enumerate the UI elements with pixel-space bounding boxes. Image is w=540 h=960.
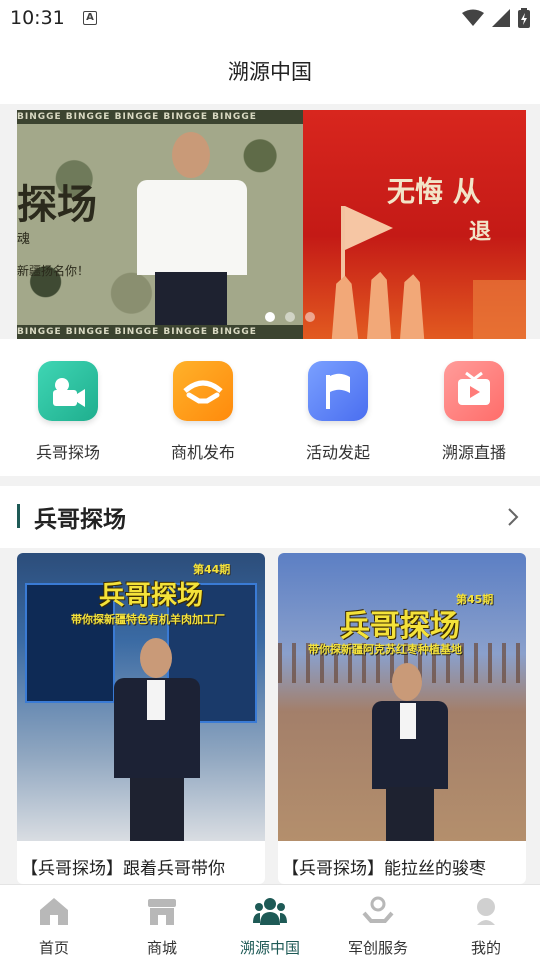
quick-action-label: 兵哥探场	[35, 443, 100, 462]
service-hand-icon	[362, 896, 394, 923]
quick-action-activity[interactable]: 活动发起	[278, 361, 398, 463]
video-thumbnail[interactable]: 第44期 兵哥探场 带你探新疆特色有机羊肉加工厂	[17, 553, 265, 841]
flag-icon	[308, 361, 368, 421]
tab-profile[interactable]: 我的	[432, 895, 540, 958]
banner-slide-line-2: 新疆扬名你！	[17, 264, 90, 278]
profile-icon	[477, 898, 495, 925]
status-time: 10:31	[10, 7, 65, 29]
quick-action-live[interactable]: 溯源直播	[414, 361, 534, 463]
video-card[interactable]: 第45期 兵哥探场 带你探新疆阿克苏红枣种植基地 【兵哥探场】能拉丝的骏枣	[278, 553, 526, 884]
quick-action-explore[interactable]: 兵哥探场	[8, 361, 128, 463]
banner-slide-line-1: 魂	[17, 232, 31, 247]
carousel-dot-2[interactable]	[285, 312, 295, 322]
quick-actions: 兵哥探场 商机发布 活动发起 溯源直播	[0, 339, 540, 476]
handshake-icon	[173, 361, 233, 421]
video-art-title: 兵哥探场	[99, 581, 204, 611]
video-card[interactable]: 第44期 兵哥探场 带你探新疆特色有机羊肉加工厂 【兵哥探场】跟着兵哥带你	[17, 553, 265, 884]
tab-label: 军创服务	[347, 939, 408, 957]
bottom-tab-bar: 首页 商城 溯源中国 军创服务 我的	[0, 884, 540, 960]
quick-action-label: 商机发布	[170, 443, 235, 462]
section-accent-bar	[17, 504, 20, 528]
banner-carousel[interactable]: BINGGE BINGGE BINGGE BINGGE BINGGE 探场 魂 …	[17, 110, 526, 339]
carousel-dot-3[interactable]	[305, 312, 315, 322]
banner-person-image	[127, 132, 257, 327]
status-icons	[462, 8, 530, 28]
banner-strip-top: BINGGE BINGGE BINGGE BINGGE BINGGE	[17, 110, 303, 124]
carousel-dot-1[interactable]	[265, 312, 275, 322]
video-art-title: 兵哥探场	[340, 609, 460, 644]
tab-store[interactable]: 商城	[108, 895, 216, 958]
video-camera-icon	[38, 361, 98, 421]
building-image	[473, 280, 526, 339]
banner-slide-2-title: 无悔 从	[387, 175, 481, 208]
home-icon	[40, 898, 68, 925]
page-title: 溯源中国	[228, 60, 312, 84]
banner-slide-2[interactable]: 无悔 从 退	[303, 110, 526, 339]
section-title: 兵哥探场	[34, 507, 126, 533]
quick-action-label: 活动发起	[305, 443, 370, 462]
tab-label: 溯源中国	[239, 939, 300, 957]
tab-label: 我的	[470, 939, 501, 957]
tab-label: 商城	[146, 939, 177, 957]
video-caption: 【兵哥探场】跟着兵哥带你	[21, 859, 225, 879]
video-issue-label: 第45期	[456, 593, 494, 606]
banner-slide-2-subtitle: 退	[469, 219, 492, 245]
video-subtitle: 带你探新疆特色有机羊肉加工厂	[71, 613, 225, 626]
video-person-image	[370, 663, 450, 841]
video-subtitle: 带你探新疆阿克苏红枣种植基地	[308, 643, 462, 656]
battery-icon	[518, 8, 530, 28]
tab-label: 首页	[38, 939, 69, 957]
banner-slide-1[interactable]: BINGGE BINGGE BINGGE BINGGE BINGGE 探场 魂 …	[17, 110, 303, 339]
people-icon	[253, 898, 287, 925]
quick-action-label: 溯源直播	[441, 443, 506, 462]
video-caption: 【兵哥探场】能拉丝的骏枣	[282, 859, 486, 879]
flag-image	[345, 206, 393, 250]
carousel-dots	[265, 312, 315, 322]
tab-trace-china[interactable]: 溯源中国	[216, 895, 324, 958]
tab-military-service[interactable]: 军创服务	[324, 895, 432, 958]
video-thumbnail[interactable]: 第45期 兵哥探场 带你探新疆阿克苏红枣种植基地	[278, 553, 526, 841]
store-icon	[148, 899, 176, 925]
tv-icon	[444, 361, 504, 421]
tab-home[interactable]: 首页	[0, 895, 108, 958]
app-header: 溯源中国	[0, 38, 540, 104]
soldiers-silhouette-image	[331, 271, 425, 339]
status-bar: 10:31 A	[0, 0, 540, 38]
section-header[interactable]: 兵哥探场	[0, 486, 540, 548]
banner-slide-title: 探场	[17, 181, 97, 228]
chevron-right-icon[interactable]	[506, 506, 520, 528]
video-card-list: 第44期 兵哥探场 带你探新疆特色有机羊肉加工厂 【兵哥探场】跟着兵哥带你 第4…	[0, 548, 540, 884]
video-person-image	[112, 638, 202, 841]
banner-strip-bottom: BINGGE BINGGE BINGGE BINGGE BINGGE	[17, 325, 303, 339]
notification-icon: A	[83, 11, 97, 25]
wifi-icon	[462, 9, 484, 26]
quick-action-business[interactable]: 商机发布	[143, 361, 263, 463]
signal-icon	[492, 9, 510, 27]
